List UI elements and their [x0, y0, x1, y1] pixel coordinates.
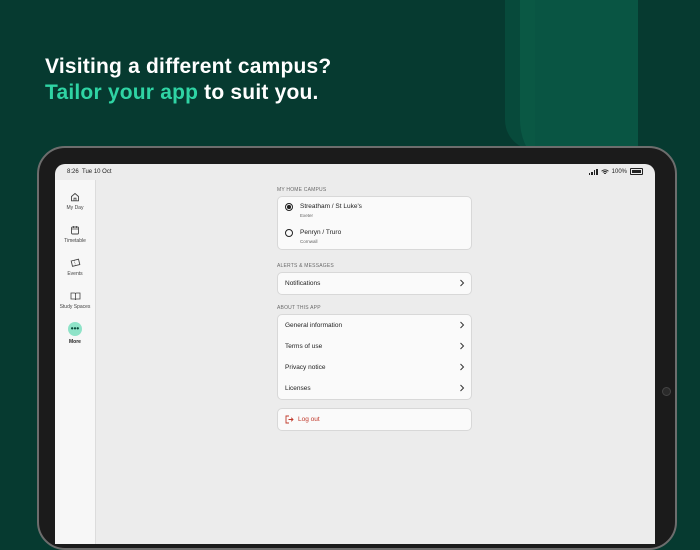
sidebar-item-label: Study Spaces	[59, 304, 91, 310]
sidebar-item-label: My Day	[66, 205, 84, 211]
campus-option-subtitle: Cornwall	[300, 239, 318, 244]
row-label: Licenses	[285, 385, 311, 392]
status-time: 8:26 Tue 10 Oct	[67, 169, 112, 175]
chevron-right-icon	[460, 321, 465, 329]
status-indicators: 100%	[588, 168, 643, 175]
home-campus-card: Streatham / St Luke's Exeter Penryn / Tr…	[277, 196, 472, 250]
radio-selected-icon[interactable]	[285, 203, 293, 211]
alerts-card: Notifications	[277, 272, 472, 295]
radio-unselected-icon[interactable]	[285, 229, 293, 237]
sidebar-item-my-day[interactable]: My Day	[55, 192, 95, 211]
row-label: Terms of use	[285, 343, 323, 350]
sidebar: My Day Timetable Events Study Spaces •••…	[55, 180, 96, 544]
notifications-row[interactable]: Notifications	[278, 273, 471, 294]
logout-label: Log out	[298, 416, 320, 423]
chevron-right-icon	[460, 363, 465, 371]
headline-accent: Tailor your app	[45, 81, 199, 104]
sidebar-item-label: Timetable	[64, 238, 86, 244]
battery-percent: 100%	[611, 168, 627, 175]
section-label-about: ABOUT THIS APP	[277, 305, 321, 311]
sidebar-item-study-spaces[interactable]: Study Spaces	[55, 291, 95, 310]
signal-icon	[588, 168, 598, 175]
headline: Visiting a different campus? Tailor your…	[45, 54, 331, 106]
status-bar: 8:26 Tue 10 Oct 100%	[55, 164, 655, 180]
headline-line2: Tailor your app to suit you.	[45, 80, 331, 106]
ticket-icon	[70, 258, 80, 267]
campus-option-title: Penryn / Truro	[300, 229, 342, 236]
book-icon	[70, 292, 80, 301]
logout-card: Log out	[277, 408, 472, 431]
sidebar-item-more[interactable]: ••• More	[55, 322, 95, 345]
sidebar-item-label: More	[69, 339, 81, 345]
sidebar-item-events[interactable]: Events	[55, 258, 95, 277]
campus-option-title: Streatham / St Luke's	[300, 203, 362, 210]
row-label: Notifications	[285, 280, 321, 287]
campus-option-penryn[interactable]: Penryn / Truro Cornwall	[278, 223, 471, 249]
home-icon	[71, 192, 79, 202]
headline-rest: to suit you.	[198, 81, 319, 104]
tablet-screen: 8:26 Tue 10 Oct 100% My Day Timetable Ev…	[55, 164, 655, 544]
chevron-right-icon	[460, 384, 465, 392]
more-icon: •••	[68, 322, 82, 336]
chevron-right-icon	[460, 342, 465, 350]
logout-button[interactable]: Log out	[278, 409, 471, 430]
terms-of-use-row[interactable]: Terms of use	[278, 336, 471, 357]
logout-icon	[285, 415, 294, 424]
campus-option-streatham[interactable]: Streatham / St Luke's Exeter	[278, 197, 471, 223]
general-information-row[interactable]: General information	[278, 315, 471, 336]
about-card: General information Terms of use Privacy…	[277, 314, 472, 400]
camera-icon	[662, 387, 671, 396]
section-label-alerts: ALERTS & MESSAGES	[277, 263, 334, 269]
licenses-row[interactable]: Licenses	[278, 378, 471, 399]
chevron-right-icon	[460, 279, 465, 287]
sidebar-item-timetable[interactable]: Timetable	[55, 225, 95, 244]
sidebar-item-label: Events	[67, 271, 83, 277]
campus-option-subtitle: Exeter	[300, 213, 314, 218]
row-label: Privacy notice	[285, 364, 326, 371]
wifi-icon	[600, 168, 609, 174]
battery-icon	[630, 168, 643, 175]
privacy-notice-row[interactable]: Privacy notice	[278, 357, 471, 378]
headline-line1: Visiting a different campus?	[45, 55, 332, 78]
calendar-icon	[71, 226, 79, 235]
section-label-home-campus: MY HOME CAMPUS	[277, 187, 327, 193]
row-label: General information	[285, 322, 343, 329]
